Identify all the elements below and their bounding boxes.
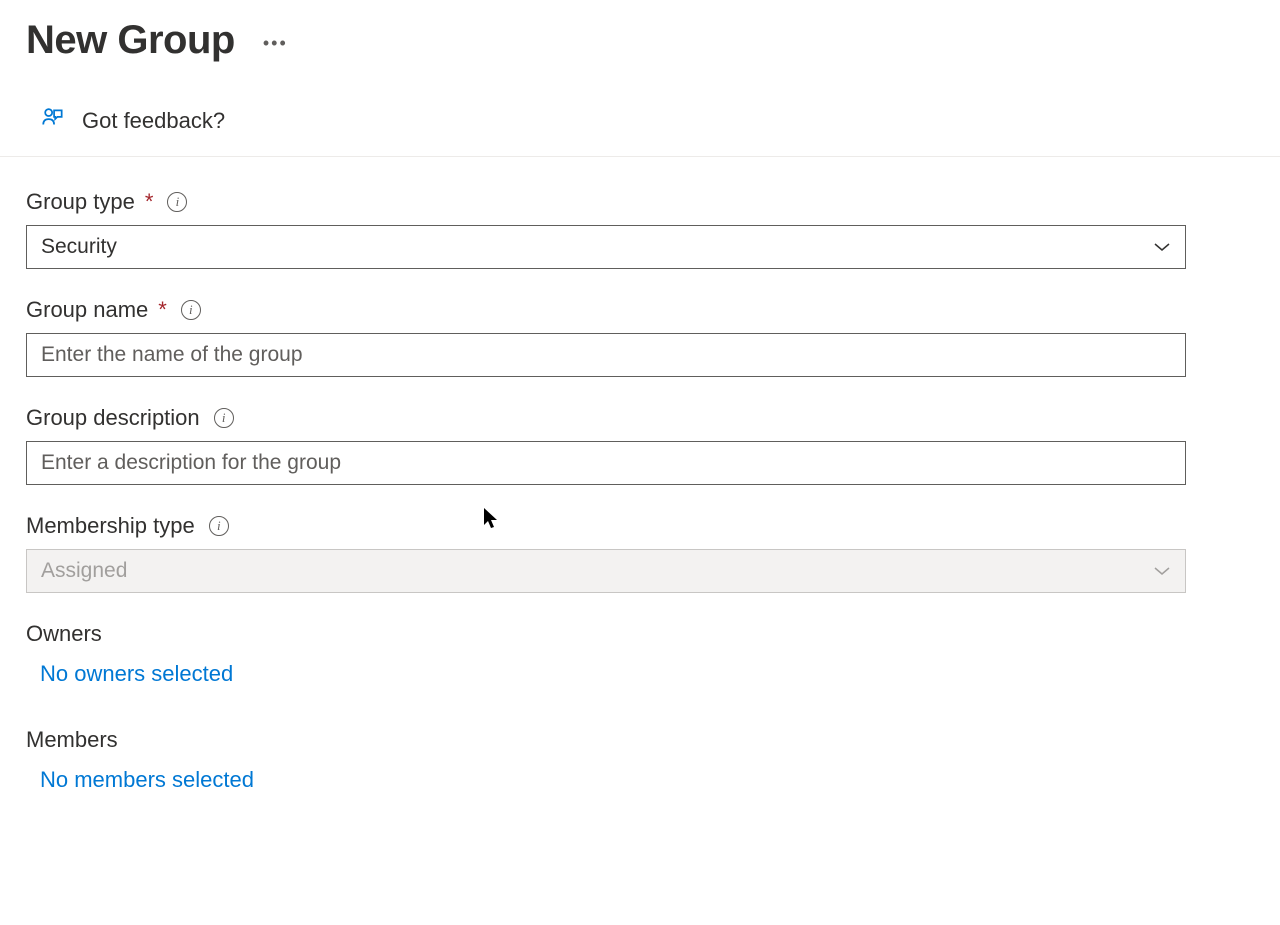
group-name-field: Group name * i [26, 297, 1254, 377]
group-description-label: Group description [26, 405, 200, 431]
page-title: New Group [26, 18, 235, 63]
group-type-label-row: Group type * i [26, 189, 1254, 215]
members-section: Members No members selected [26, 727, 1254, 793]
group-description-field: Group description i [26, 405, 1254, 485]
group-type-select[interactable]: Security [26, 225, 1186, 269]
membership-type-select: Assigned [26, 549, 1186, 593]
form-container: Group type * i Security Group name * i G… [0, 157, 1280, 793]
members-label: Members [26, 727, 1254, 753]
group-type-field: Group type * i Security [26, 189, 1254, 269]
chevron-down-icon [1153, 565, 1171, 577]
info-icon[interactable]: i [167, 192, 187, 212]
chevron-down-icon [1153, 241, 1171, 253]
feedback-text: Got feedback? [82, 108, 225, 134]
group-name-label-row: Group name * i [26, 297, 1254, 323]
membership-type-label-row: Membership type i [26, 513, 1254, 539]
info-icon[interactable]: i [214, 408, 234, 428]
group-type-label: Group type [26, 189, 135, 215]
group-name-input[interactable] [26, 333, 1186, 377]
group-name-label: Group name [26, 297, 148, 323]
group-description-label-row: Group description i [26, 405, 1254, 431]
more-actions-button[interactable]: ••• [263, 27, 288, 54]
group-type-value: Security [41, 235, 117, 259]
feedback-icon [40, 105, 66, 136]
info-icon[interactable]: i [209, 516, 229, 536]
owners-link[interactable]: No owners selected [26, 661, 233, 687]
membership-type-value: Assigned [41, 559, 127, 583]
owners-section: Owners No owners selected [26, 621, 1254, 687]
membership-type-label: Membership type [26, 513, 195, 539]
group-description-input[interactable] [26, 441, 1186, 485]
info-icon[interactable]: i [181, 300, 201, 320]
required-indicator: * [158, 297, 167, 323]
membership-type-field: Membership type i Assigned [26, 513, 1254, 593]
required-indicator: * [145, 189, 154, 215]
members-link[interactable]: No members selected [26, 767, 254, 793]
feedback-bar[interactable]: Got feedback? [0, 87, 1280, 157]
owners-label: Owners [26, 621, 1254, 647]
page-header: New Group ••• [0, 0, 1280, 87]
